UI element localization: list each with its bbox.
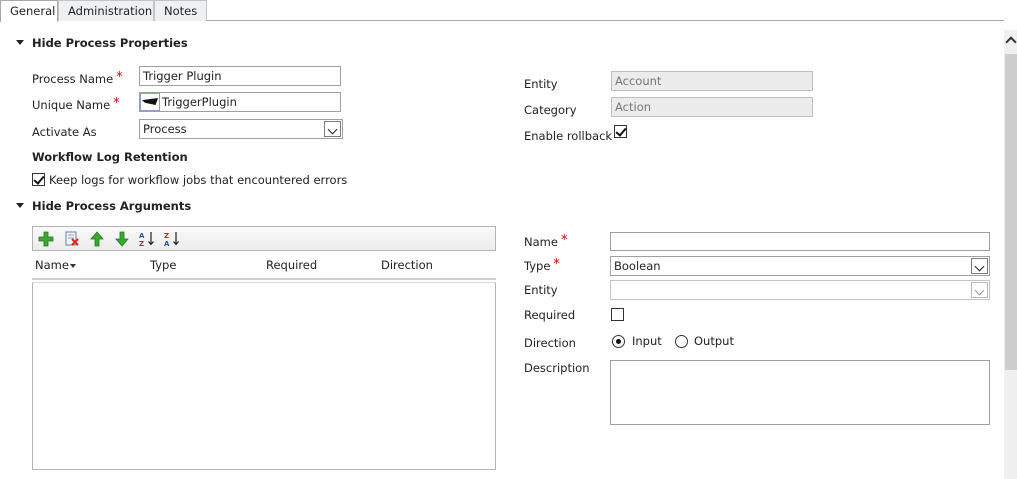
keep-logs-checkbox[interactable] xyxy=(32,173,45,186)
category-label: Category xyxy=(524,103,577,117)
tab-notes[interactable]: Notes xyxy=(154,0,207,21)
unique-name-label: Unique Name * xyxy=(32,96,120,112)
argument-type-label: Type * xyxy=(524,257,560,273)
chevron-down-icon xyxy=(324,121,341,137)
argument-required-checkbox[interactable] xyxy=(611,308,624,321)
delete-icon[interactable] xyxy=(64,231,80,247)
argument-type-select[interactable]: Boolean xyxy=(610,256,990,276)
required-marker: * xyxy=(553,257,560,272)
argument-description-textarea[interactable] xyxy=(610,360,990,425)
enable-rollback-checkbox[interactable] xyxy=(614,125,627,138)
activate-as-select[interactable]: Process xyxy=(139,119,343,139)
entity-readonly-field: Account xyxy=(611,71,813,91)
arguments-toolbar: A Z Z A xyxy=(32,226,496,251)
tab-administration[interactable]: Administration xyxy=(58,0,154,21)
entity-label: Entity xyxy=(524,77,558,91)
move-down-icon[interactable] xyxy=(114,231,130,247)
required-marker: * xyxy=(116,70,123,85)
collapse-triangle-icon[interactable] xyxy=(16,203,24,208)
chevron-down-icon xyxy=(971,282,988,298)
required-marker: * xyxy=(560,233,568,248)
tab-bar: General Administration Notes xyxy=(0,0,1004,22)
argument-entity-select[interactable] xyxy=(610,280,990,300)
svg-text:A: A xyxy=(164,240,170,247)
argument-description-label: Description xyxy=(524,361,590,375)
column-header-direction[interactable]: Direction xyxy=(381,258,433,272)
direction-input-radio[interactable] xyxy=(612,335,625,348)
argument-name-label: Name * xyxy=(524,233,568,249)
direction-input-label: Input xyxy=(632,334,662,348)
prefix-redacted-icon xyxy=(140,93,160,111)
scrollbar-thumb[interactable] xyxy=(1005,54,1017,370)
scroll-up-icon[interactable] xyxy=(1004,30,1017,52)
process-name-label: Process Name * xyxy=(32,70,123,86)
sort-descending-icon[interactable]: Z A xyxy=(164,231,180,247)
move-up-icon[interactable] xyxy=(89,231,105,247)
unique-name-input[interactable]: TriggerPlugin xyxy=(139,92,341,112)
arguments-grid[interactable] xyxy=(32,282,496,470)
tab-general[interactable]: General xyxy=(0,0,58,22)
section-header-process-arguments[interactable]: Hide Process Arguments xyxy=(32,199,191,213)
arguments-grid-header: Name Type Required Direction xyxy=(32,258,496,280)
activate-as-label: Activate As xyxy=(32,125,97,139)
direction-output-radio[interactable] xyxy=(675,335,688,348)
svg-text:Z: Z xyxy=(139,240,144,247)
process-name-input[interactable]: Trigger Plugin xyxy=(139,66,341,86)
category-readonly-field: Action xyxy=(611,97,813,117)
direction-output-label: Output xyxy=(694,334,734,348)
workflow-log-retention-heading: Workflow Log Retention xyxy=(32,150,188,164)
argument-name-input[interactable] xyxy=(610,232,990,251)
sort-arrow-icon xyxy=(69,263,76,268)
collapse-triangle-icon[interactable] xyxy=(16,40,24,45)
svg-text:Z: Z xyxy=(164,232,169,240)
column-header-required[interactable]: Required xyxy=(266,258,317,272)
sort-ascending-icon[interactable]: A Z xyxy=(139,231,155,247)
column-header-type[interactable]: Type xyxy=(150,258,176,272)
enable-rollback-label: Enable rollback xyxy=(524,129,613,143)
required-marker: * xyxy=(113,96,120,111)
chevron-down-icon xyxy=(971,258,988,274)
argument-entity-label: Entity xyxy=(524,283,558,297)
section-header-process-properties[interactable]: Hide Process Properties xyxy=(32,36,188,50)
svg-text:A: A xyxy=(139,232,145,240)
column-header-name[interactable]: Name xyxy=(35,258,76,272)
argument-direction-label: Direction xyxy=(524,336,576,350)
keep-logs-label: Keep logs for workflow jobs that encount… xyxy=(49,173,348,187)
argument-required-label: Required xyxy=(524,308,576,322)
add-icon[interactable] xyxy=(38,231,54,247)
